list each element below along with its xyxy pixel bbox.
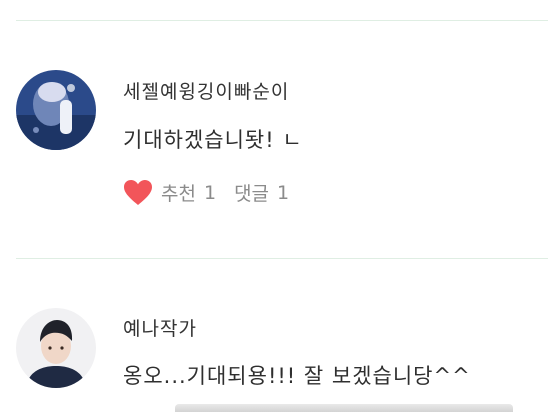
reply-count: 1 xyxy=(277,181,290,204)
like-button[interactable]: 추천 1 xyxy=(123,179,216,206)
comment-actions: 추천 1 댓글 1 xyxy=(123,179,289,206)
bottom-overlay xyxy=(175,404,513,412)
avatar[interactable] xyxy=(16,70,96,150)
like-count: 1 xyxy=(203,181,217,204)
comment-text: 기대하겠습니돳! ㄴ xyxy=(123,128,303,152)
heart-icon xyxy=(124,180,152,205)
reply-label: 댓글 xyxy=(234,183,270,205)
avatar[interactable] xyxy=(16,308,96,388)
reply-button[interactable]: 댓글 1 xyxy=(234,179,289,206)
comment-author[interactable]: 예나작가 xyxy=(123,314,197,341)
top-divider xyxy=(16,20,548,21)
comment-text: 옹오...기대되용!!! 잘 보겠습니당^^ xyxy=(123,364,471,388)
comment-author[interactable]: 세젤예윙깅이빠순이 xyxy=(123,77,289,104)
like-label: 추천 xyxy=(161,183,196,205)
comment-divider xyxy=(16,258,548,259)
